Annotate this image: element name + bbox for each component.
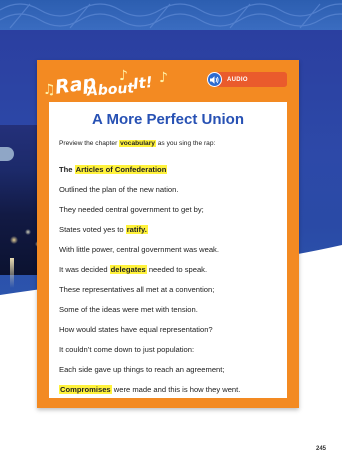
page-number: 245 [316, 446, 327, 452]
lyric-line: It couldn’t come down to just population… [59, 340, 277, 360]
audio-label: AUDIO [227, 76, 248, 83]
lyric-line: How would states have equal representati… [59, 320, 277, 340]
speaker-icon [207, 72, 222, 87]
rap-about-it-logo: ♫ Rap About ♪ It! ♪ [43, 68, 173, 102]
lyric-text: It couldn’t come down to just population… [59, 345, 195, 354]
lyric-text: Some of the ideas were met with tension. [59, 305, 198, 314]
vocab-term-highlight: Articles of Confederation [74, 165, 168, 174]
side-tab[interactable] [0, 147, 14, 161]
vocab-term-highlight: delegates [109, 265, 147, 274]
lyric-line: They needed central government to get by… [59, 200, 277, 220]
lyric-line: States voted yes to ratify. [59, 220, 277, 240]
lyric-text: They needed central government to get by… [59, 205, 204, 214]
rap-lyrics: The Articles of Confederation Outlined th… [59, 160, 277, 400]
audio-button[interactable]: AUDIO [207, 72, 287, 87]
intro-text-after: as you sing the rap: [155, 140, 216, 147]
page-title: A More Perfect Union [92, 111, 244, 128]
lyric-text: How would states have equal representati… [59, 325, 213, 334]
card-header: ♫ Rap About ♪ It! ♪ AUDIO [37, 60, 299, 102]
lyric-line: The Articles of Confederation [59, 160, 277, 180]
wave-pattern [0, 3, 342, 29]
rap-about-it-card: ♫ Rap About ♪ It! ♪ AUDIO A More Perfect… [37, 60, 299, 408]
lyric-line: Compromises were made and this is how th… [59, 380, 277, 400]
lyric-text: Outlined the plan of the new nation. [59, 185, 179, 194]
lyric-text: These representatives all met at a conve… [59, 285, 215, 294]
lyric-text: The [59, 165, 75, 174]
intro-text-before: Preview the chapter [59, 140, 120, 147]
decorative-header-band [0, 0, 342, 30]
lyric-line: It was decided delegates needed to speak… [59, 260, 277, 280]
music-note-icon: ♪ [159, 70, 168, 86]
lyric-text: It was decided [59, 265, 110, 274]
lyric-line: Each side gave up things to reach an agr… [59, 360, 277, 380]
lyric-text: needed to speak. [146, 265, 208, 274]
rap-content-panel: A More Perfect Union Preview the chapter… [49, 102, 287, 398]
lyric-text: States voted yes to [59, 225, 126, 234]
intro-text: Preview the chapter vocabulary as you si… [59, 139, 277, 148]
vocab-term-highlight: Compromises [59, 385, 112, 394]
vocab-term-highlight: vocabulary [119, 140, 156, 147]
logo-word-it: It! [132, 73, 154, 93]
lyric-line: Some of the ideas were met with tension. [59, 300, 277, 320]
vocab-term-highlight: ratify. [125, 225, 148, 234]
lyric-line: These representatives all met at a conve… [59, 280, 277, 300]
lyric-text: were made and this is how they went. [111, 385, 241, 394]
lyric-text: With little power, central government wa… [59, 245, 219, 254]
music-note-icon: ♪ [119, 68, 128, 84]
lyric-text: Each side gave up things to reach an agr… [59, 365, 225, 374]
lyric-line: With little power, central government wa… [59, 240, 277, 260]
music-note-icon: ♫ [43, 82, 56, 98]
lyric-line: Outlined the plan of the new nation. [59, 180, 277, 200]
textbook-page: ♫ Rap About ♪ It! ♪ AUDIO A More Perfect… [0, 0, 342, 462]
